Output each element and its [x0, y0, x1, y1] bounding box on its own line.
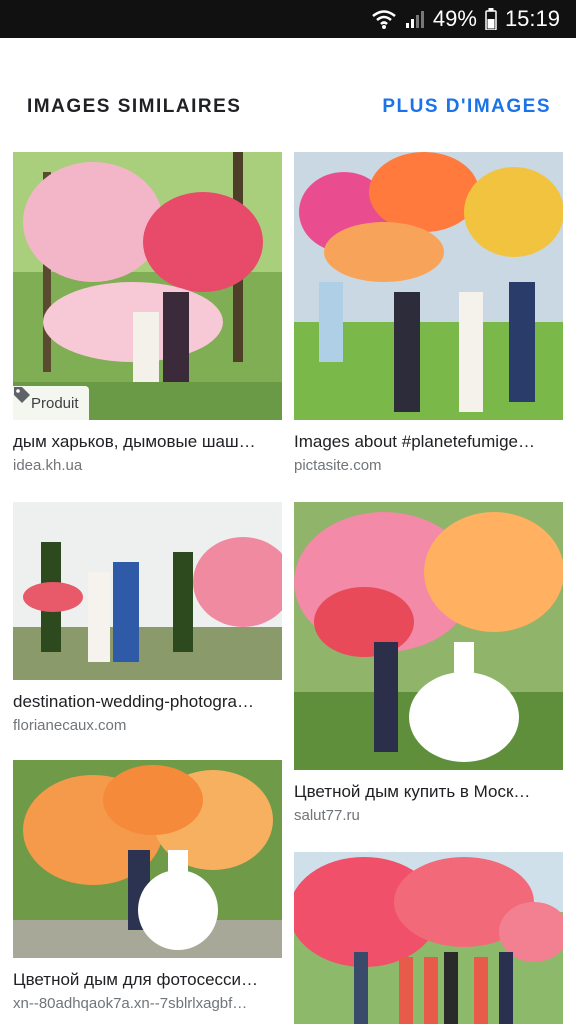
result-card[interactable]: Images about #planetefumige… pictasite.c…	[294, 152, 563, 474]
result-source[interactable]: pictasite.com	[294, 457, 563, 474]
result-card[interactable]: destination-wedding-photogra… florianeca…	[13, 502, 282, 734]
result-card[interactable]: Цветной дым купить в Моск… salut77.ru	[294, 502, 563, 824]
section-title: IMAGES SIMILAIRES	[27, 96, 242, 117]
result-card[interactable]	[294, 852, 563, 1024]
similar-images-header: IMAGES SIMILAIRES PLUS D'IMAGES	[0, 80, 576, 136]
result-image[interactable]	[294, 852, 563, 1024]
clock: 15:19	[504, 6, 560, 31]
battery-percent: 49%	[432, 6, 477, 31]
result-image[interactable]	[13, 760, 282, 958]
result-image[interactable]: Produit	[13, 152, 282, 420]
result-caption[interactable]: Цветной дым купить в Моск…	[294, 782, 563, 802]
battery-icon	[485, 8, 497, 30]
result-image[interactable]	[294, 152, 563, 420]
product-badge: Produit	[13, 386, 89, 420]
badge-label: Produit	[31, 394, 79, 412]
status-icons: 49% 15:19	[371, 0, 560, 38]
result-card[interactable]: Цветной дым для фотосесси… xn--80adhqaok…	[13, 760, 282, 1012]
result-caption[interactable]: Images about #planetefumige…	[294, 432, 563, 452]
result-caption[interactable]: дым харьков, дымовые шаш…	[13, 432, 282, 452]
more-images-link[interactable]: PLUS D'IMAGES	[382, 96, 551, 118]
result-source[interactable]: xn--80adhqaok7a.xn--7sblrlxagbf…	[13, 995, 282, 1012]
result-caption[interactable]: Цветной дым для фотосесси…	[13, 970, 282, 990]
signal-icon	[405, 9, 425, 29]
status-bar: 49% 15:19	[0, 0, 576, 38]
result-source[interactable]: idea.kh.ua	[13, 457, 282, 474]
result-image[interactable]	[13, 502, 282, 680]
result-caption[interactable]: destination-wedding-photogra…	[13, 692, 282, 712]
wifi-icon	[371, 9, 397, 29]
result-source[interactable]: salut77.ru	[294, 807, 563, 824]
result-card[interactable]: Produit дым харьков, дымовые шаш… idea.k…	[13, 152, 282, 474]
result-image[interactable]	[294, 502, 563, 770]
result-source[interactable]: florianecaux.com	[13, 717, 282, 734]
